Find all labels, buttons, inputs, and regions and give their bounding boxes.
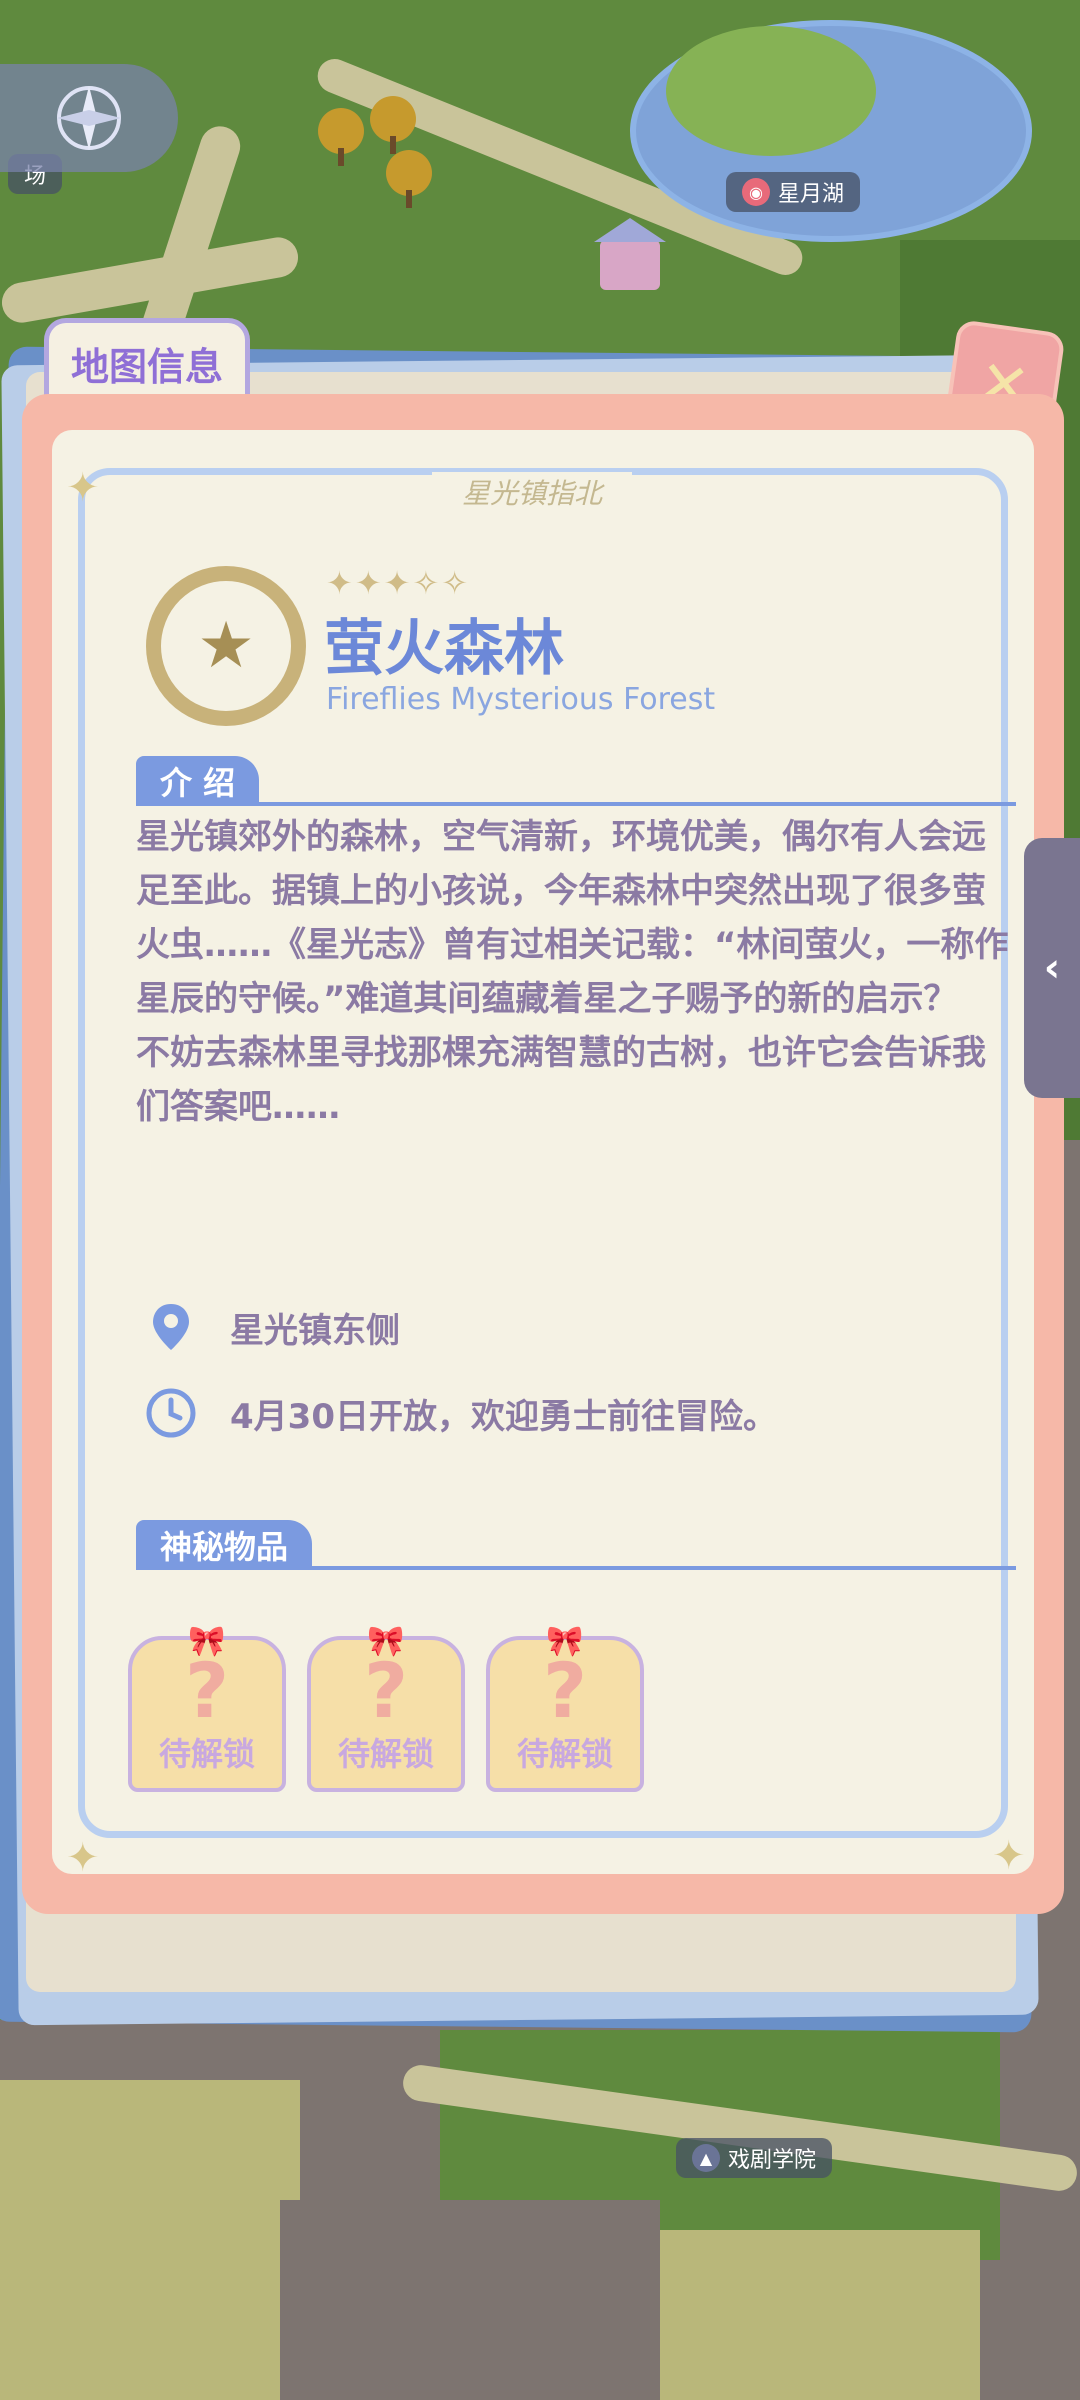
location-text: 星光镇东侧 [230,1310,400,1351]
sparkle-icon: ✦ [992,1833,1026,1879]
items-section-header: 神秘物品 [136,1520,313,1570]
question-mark-icon: ? [363,1646,409,1735]
graduation-cap-icon: ▲ [692,2144,720,2172]
bow-icon: 🎀 [546,1624,584,1659]
locked-label: 待解锁 [158,1735,255,1773]
tree-icon [386,150,432,208]
location-subtitle: Fireflies Mysterious Forest [326,682,716,717]
map-label-school[interactable]: ▲ 戏剧学院 [676,2138,833,2178]
section-divider [136,1566,1016,1570]
map-sand [0,2080,300,2400]
difficulty-stars: ✦✦✦✧✧ [326,564,471,602]
chevron-left-icon: ‹ [1043,945,1061,991]
island [666,26,876,156]
clock-icon [146,1388,196,1438]
star-mascot-icon: ★ [157,577,295,715]
intro-section-header: 介 绍 [136,756,260,806]
frame-title: 星光镇指北 [432,472,632,512]
location-pin-icon [146,1302,196,1352]
map-info-tab-label: 地图信息 [70,344,223,389]
locked-label: 待解锁 [516,1735,613,1773]
tree-icon [318,108,364,166]
map-info-tab[interactable]: 地图信息 [44,318,250,403]
intro-text: 星光镇郊外的森林，空气清新，环境优美，偶尔有人会远足至此。据镇上的小孩说，今年森… [136,810,1016,1134]
open-time-text: 4月30日开放，欢迎勇士前往冒险。 [230,1396,777,1437]
bow-icon: 🎀 [188,1624,226,1659]
mask-icon: ◉ [742,178,770,206]
sparkle-icon: ✦ [66,1835,100,1881]
bow-icon: 🎀 [367,1624,405,1659]
house-icon [594,218,666,290]
intro-heading: 介 绍 [136,756,260,806]
map-sand [640,2230,980,2400]
section-divider [136,802,1016,806]
side-drawer-handle[interactable]: ‹ [1024,838,1080,1098]
location-row: 星光镇东侧 [146,1302,400,1352]
compass-icon [57,86,121,150]
question-mark-icon: ? [184,1646,230,1735]
map-label-school-text: 戏剧学院 [728,2148,817,2173]
mystery-item-slot[interactable]: 🎀 ? 待解锁 [307,1624,465,1792]
map-label-lake-text: 星月湖 [778,182,845,207]
location-emblem-icon: ★ [146,566,306,726]
sparkle-icon: ✦ [66,465,100,511]
tree-icon [370,96,416,154]
intro-paragraph: 不妨去森林里寻找那棵充满智慧的古树，也许它会告诉我们答案吧…… [136,1033,986,1127]
intro-paragraph: 星光镇郊外的森林，空气清新，环境优美，偶尔有人会远足至此。据镇上的小孩说，今年森… [136,817,1009,1019]
mystery-item-slot[interactable]: 🎀 ? 待解锁 [486,1624,644,1792]
question-mark-icon: ? [542,1646,588,1735]
items-heading: 神秘物品 [136,1520,313,1570]
map-label-lake[interactable]: ◉ 星月湖 [726,172,861,212]
location-title: 萤火森林 [324,614,564,684]
map-soil [280,2200,660,2400]
compass-button[interactable] [0,64,178,172]
mystery-item-slot[interactable]: 🎀 ? 待解锁 [128,1624,286,1792]
open-time-row: 4月30日开放，欢迎勇士前往冒险。 [146,1388,777,1438]
locked-label: 待解锁 [337,1735,434,1773]
